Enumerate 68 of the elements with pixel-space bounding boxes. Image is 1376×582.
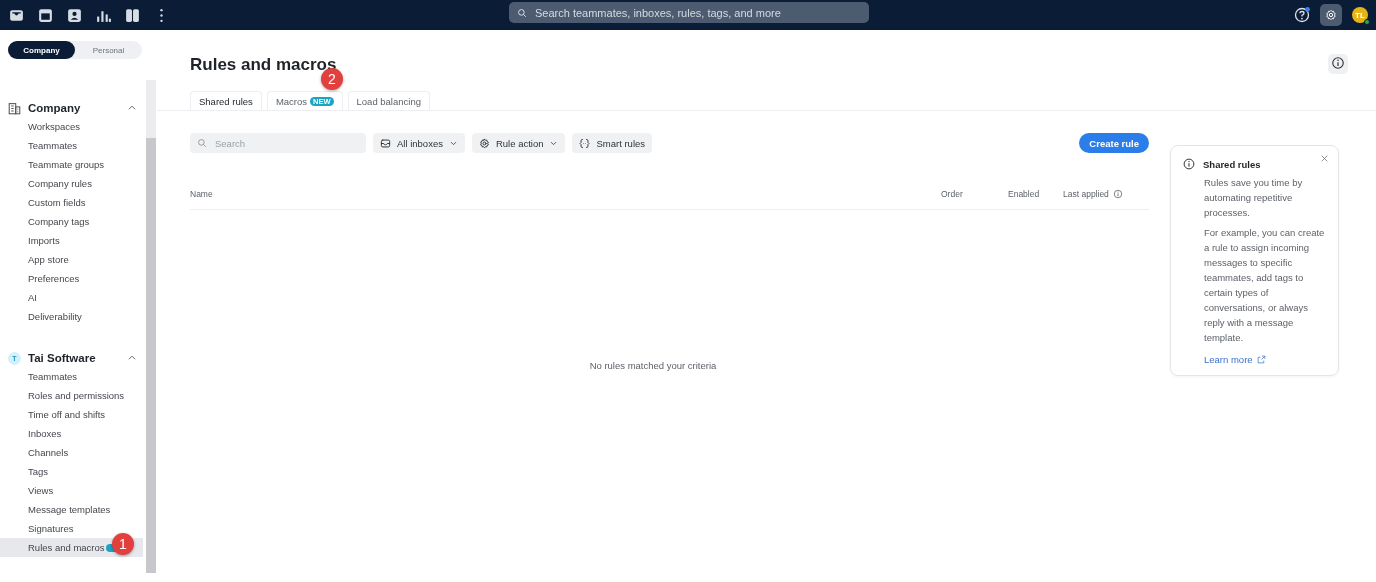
sidebar-item[interactable]: Tags: [0, 462, 143, 481]
sidebar-item[interactable]: Company rules: [0, 174, 143, 193]
step-callout: 1: [112, 533, 134, 555]
info-icon: [1331, 56, 1345, 70]
close-icon[interactable]: [1320, 154, 1329, 163]
sidebar-item[interactable]: Message templates: [0, 500, 143, 519]
info-button[interactable]: [1328, 54, 1348, 74]
collapse-caret-icon[interactable]: [127, 353, 137, 363]
filter-label: All inboxes: [397, 137, 443, 149]
settings-button[interactable]: [1320, 4, 1342, 26]
column-header: Last applied: [1063, 189, 1109, 199]
tab[interactable]: Shared rules: [190, 91, 262, 110]
filter-label: Rule action: [495, 137, 544, 149]
sidebar-item[interactable]: AI: [0, 288, 143, 307]
building-icon: [8, 101, 21, 115]
info-icon[interactable]: [1112, 189, 1123, 199]
empty-state-message: No rules matched your criteria: [588, 360, 718, 371]
braces-icon: [579, 137, 591, 149]
create-rule-button[interactable]: Create rule: [1079, 133, 1149, 153]
sidebar-item[interactable]: Imports: [0, 231, 143, 250]
search-icon: [197, 138, 207, 148]
card-text: For example, you can create a rule to assign incoming messages to specific teammates, add tags to certain types of conversations, or always reply with a message template.: [1204, 226, 1326, 345]
gear-icon: [478, 137, 490, 149]
filter-button[interactable]: Rule action: [471, 133, 566, 153]
tab[interactable]: Load balancing: [347, 91, 430, 110]
column-header: Order: [941, 189, 963, 199]
filter-button[interactable]: All inboxes: [373, 133, 465, 153]
sidebar-item[interactable]: Workspaces: [0, 117, 143, 136]
collapse-caret-icon[interactable]: [127, 103, 137, 113]
section-title: Tai Software: [28, 352, 97, 364]
global-search-field[interactable]: Search teammates, inboxes, rules, tags, and more: [509, 2, 869, 23]
sidebar-item[interactable]: Roles and permissions: [0, 386, 143, 405]
scope-tab[interactable]: Personal: [75, 41, 142, 59]
info-icon: [1183, 158, 1195, 170]
sidebar-item[interactable]: Deliverability: [0, 307, 143, 326]
external-link-icon: [1256, 355, 1266, 364]
inbox-icon: [380, 137, 391, 149]
settings-icon: [1325, 9, 1337, 21]
search-icon: [517, 7, 527, 18]
global-search-input[interactable]: Search teammates, inboxes, rules, tags, and more: [533, 5, 869, 20]
help-icon[interactable]: [1294, 7, 1310, 23]
column-header: Name: [190, 189, 213, 199]
sidebar-item[interactable]: Channels: [0, 443, 143, 462]
sidebar-item[interactable]: Views: [0, 481, 143, 500]
filter-label: Smart rules: [596, 137, 646, 149]
section-title: Company: [28, 102, 82, 114]
filter-button[interactable]: Smart rules: [572, 133, 653, 153]
search-field[interactable]: Search: [190, 133, 366, 153]
sidebar-item[interactable]: Time off and shifts: [0, 405, 143, 424]
card-title: Shared rules: [1203, 158, 1261, 170]
sidebar-item[interactable]: Company tags: [0, 212, 143, 231]
column-header: Enabled: [1008, 189, 1040, 199]
learn-more-link[interactable]: Learn more: [1204, 354, 1266, 365]
split-panel-icon[interactable]: [124, 6, 141, 24]
scrollbar-thumb[interactable]: [146, 138, 156, 573]
search-input[interactable]: Search: [213, 136, 353, 150]
sidebar-item[interactable]: Custom fields: [0, 193, 143, 212]
card-text: Rules save you time by automating repetitive processes.: [1204, 176, 1304, 220]
sidebar-item[interactable]: App store: [0, 250, 143, 269]
scope-tab[interactable]: Company: [8, 41, 75, 59]
sidebar-item[interactable]: Teammates: [0, 136, 143, 155]
contact-card-icon[interactable]: [66, 6, 83, 24]
sidebar-item[interactable]: Inboxes: [0, 424, 143, 443]
sidebar-item[interactable]: Teammates: [0, 367, 143, 386]
sidebar-item[interactable]: Preferences: [0, 269, 143, 288]
sidebar-item[interactable]: Teammate groups: [0, 155, 143, 174]
online-status-icon: [1364, 19, 1370, 25]
calendar-icon[interactable]: [37, 6, 54, 24]
